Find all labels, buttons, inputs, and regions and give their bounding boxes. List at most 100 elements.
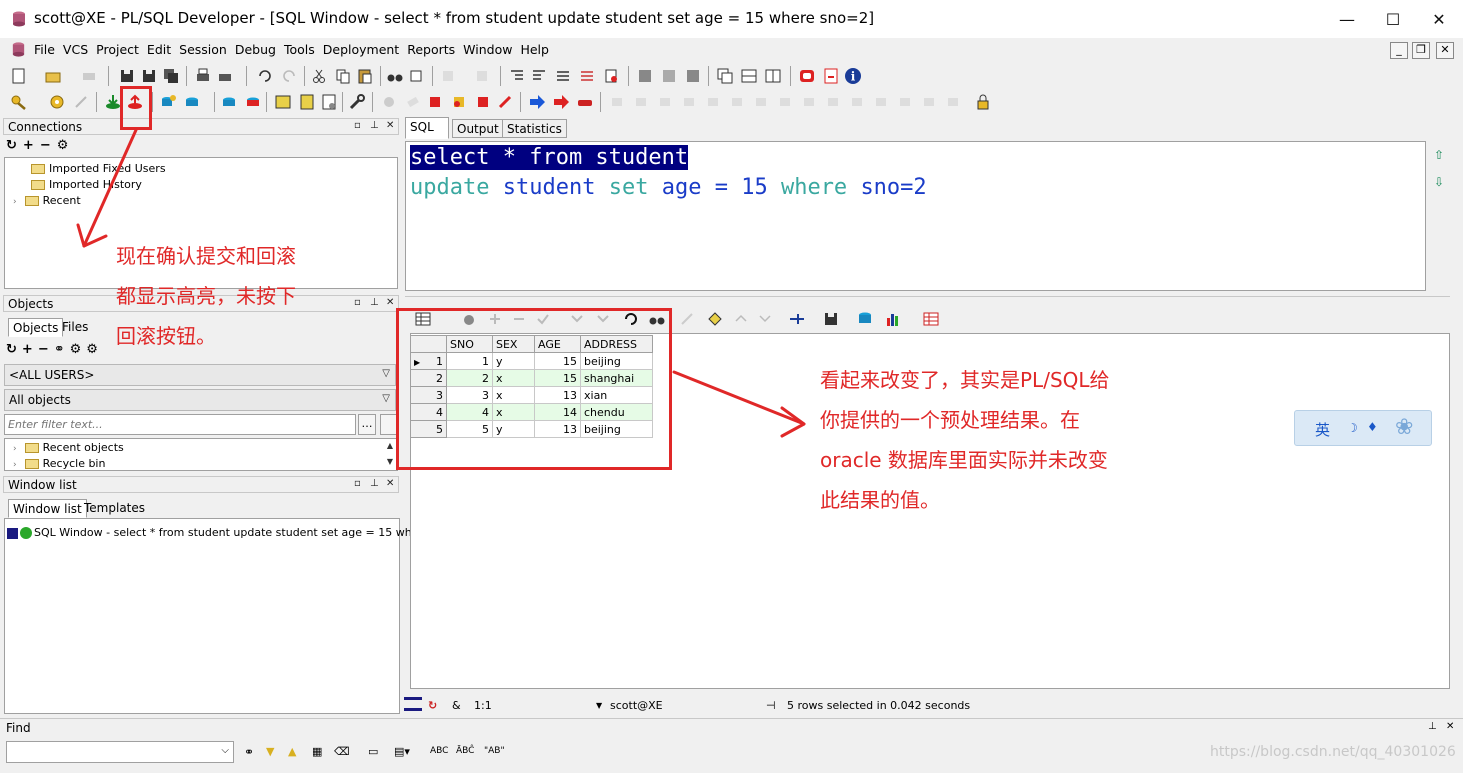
whole-word-icon[interactable]: ĀBĈ [456, 746, 474, 756]
objects-type-combo[interactable]: All objects ▽ [4, 389, 396, 411]
menu-file[interactable]: File [30, 38, 59, 57]
tab-objects[interactable]: Objects [8, 318, 64, 337]
explain-plan-icon[interactable] [298, 93, 316, 111]
tree-item-recent[interactable]: › Recent [13, 194, 81, 207]
match-case-icon[interactable]: ABC [430, 746, 448, 756]
settings-icon[interactable]: ⚙ [70, 342, 87, 357]
status-connection[interactable]: scott@XE [610, 699, 663, 712]
export-grid-icon[interactable] [922, 310, 940, 328]
print-icon[interactable] [194, 67, 212, 85]
window-tile-vertical-icon[interactable] [764, 67, 782, 85]
ime-moon-icon[interactable]: ☽ [1347, 421, 1358, 435]
tree-item-imported-fixed-users[interactable]: Imported Fixed Users [31, 162, 166, 175]
execute-plan-icon[interactable] [636, 67, 654, 85]
add-icon[interactable]: + [22, 342, 38, 357]
test-window-icon[interactable] [244, 93, 262, 111]
expand-chevron-icon[interactable]: › [13, 444, 17, 454]
export-tree-icon[interactable] [788, 310, 806, 328]
find-binoculars-icon[interactable]: ⚭ [54, 342, 70, 357]
find-close-icon[interactable]: ✕ [1446, 721, 1454, 732]
users-combo[interactable]: <ALL USERS> ▽ [4, 364, 396, 386]
selection-only-icon[interactable]: ▭ [368, 745, 378, 758]
log-on-key-icon[interactable] [10, 93, 28, 111]
tree-item-recent-objects[interactable]: › Recent objects [13, 441, 124, 454]
clear-icon[interactable] [602, 67, 620, 85]
red-brush-icon[interactable] [496, 93, 514, 111]
undo-icon[interactable] [256, 67, 274, 85]
compile-gear-icon[interactable] [48, 93, 66, 111]
arrow-right-blue-icon[interactable] [528, 93, 546, 111]
view-record-icon[interactable] [706, 310, 724, 328]
find-input[interactable]: ⌵ [6, 741, 234, 763]
expand-chevron-icon[interactable]: › [13, 197, 17, 207]
diagram-icon[interactable] [320, 93, 338, 111]
unindent-icon[interactable] [530, 67, 548, 85]
command-window-icon[interactable] [220, 93, 238, 111]
find-previous-icon[interactable]: ▲ [288, 745, 296, 758]
indent-icon[interactable] [508, 67, 526, 85]
database-icon[interactable] [856, 310, 874, 328]
mdi-close-button[interactable]: ✕ [1436, 42, 1454, 59]
panel-close-icon[interactable]: ✕ [386, 297, 394, 308]
clear-highlight-icon[interactable]: ⌫ [334, 745, 350, 758]
oracle-icon[interactable] [798, 67, 816, 85]
lock-icon[interactable] [974, 93, 992, 111]
menu-deployment[interactable]: Deployment [319, 38, 403, 57]
query-builder-icon[interactable] [684, 67, 702, 85]
red-cube-icon[interactable] [426, 93, 444, 111]
find-next-icon[interactable]: ▼ [266, 745, 274, 758]
chart-icon[interactable] [884, 310, 902, 328]
menu-tools[interactable]: Tools [280, 38, 319, 57]
panel-float-icon[interactable]: ▫ [354, 120, 361, 131]
menu-debug[interactable]: Debug [231, 38, 280, 57]
sql-window-icon[interactable] [160, 93, 178, 111]
report-window-icon[interactable] [274, 93, 292, 111]
tab-output[interactable]: Output [452, 119, 504, 138]
explain-icon[interactable] [660, 67, 678, 85]
remove-icon[interactable]: − [38, 342, 54, 357]
tab-window-list[interactable]: Window list [8, 499, 87, 518]
tab-files[interactable]: Files [58, 318, 92, 337]
mdi-minimize-button[interactable]: _ [1390, 42, 1408, 59]
red-tool-icon[interactable] [474, 93, 492, 111]
filter-more-button[interactable]: … [358, 414, 376, 435]
sql-editor[interactable]: select * from student update student set… [405, 141, 1426, 291]
options-dropdown-icon[interactable]: ▤▾ [394, 745, 410, 758]
panel-float-icon[interactable]: ▫ [354, 297, 361, 308]
replace-icon[interactable] [408, 67, 426, 85]
pdf-icon[interactable] [822, 67, 840, 85]
menu-session[interactable]: Session [175, 38, 231, 57]
sql-line-2[interactable]: update student set age = 15 where sno=2 [410, 175, 927, 200]
new-icon[interactable] [10, 67, 28, 85]
add-icon[interactable]: + [23, 138, 40, 153]
comment-icon[interactable] [554, 67, 572, 85]
highlight-all-icon[interactable]: ▦ [312, 745, 322, 758]
scroll-down-arrow-icon[interactable]: ⇩ [1434, 175, 1444, 189]
panel-close-icon[interactable]: ✕ [386, 478, 394, 489]
refresh-icon[interactable]: ↻ [6, 138, 23, 153]
maximize-button[interactable]: ☐ [1370, 0, 1416, 38]
scroll-down-icon[interactable]: ▼ [387, 457, 393, 466]
menu-help[interactable]: Help [516, 38, 553, 57]
uncomment-icon[interactable] [578, 67, 596, 85]
ime-skin-icon[interactable]: ♦ [1367, 420, 1378, 434]
menu-project[interactable]: Project [92, 38, 143, 57]
settings-icon[interactable]: ⚙ [57, 138, 75, 153]
window-cascade-icon[interactable] [716, 67, 734, 85]
tab-templates[interactable]: Templates [80, 499, 149, 518]
panel-pin-icon[interactable]: ⊥ [370, 478, 379, 489]
close-button[interactable]: ✕ [1416, 0, 1462, 38]
app-menu-icon[interactable] [10, 41, 27, 58]
arrow-right-red-icon[interactable] [552, 93, 570, 111]
refresh-icon[interactable]: ↻ [6, 342, 22, 357]
mdi-restore-button[interactable]: ❐ [1412, 42, 1430, 59]
splitter[interactable] [405, 296, 1450, 300]
open-folder-icon[interactable] [44, 67, 62, 85]
chevron-down-icon[interactable]: ⌵ [221, 745, 229, 756]
minimize-button[interactable]: — [1324, 0, 1370, 38]
execute-status-icon[interactable]: ↻ [428, 699, 437, 712]
panel-pin-icon[interactable]: ⊥ [370, 297, 379, 308]
highlight-icon[interactable] [450, 93, 468, 111]
find-binoculars-icon[interactable] [386, 67, 404, 85]
cut-icon[interactable] [310, 67, 328, 85]
